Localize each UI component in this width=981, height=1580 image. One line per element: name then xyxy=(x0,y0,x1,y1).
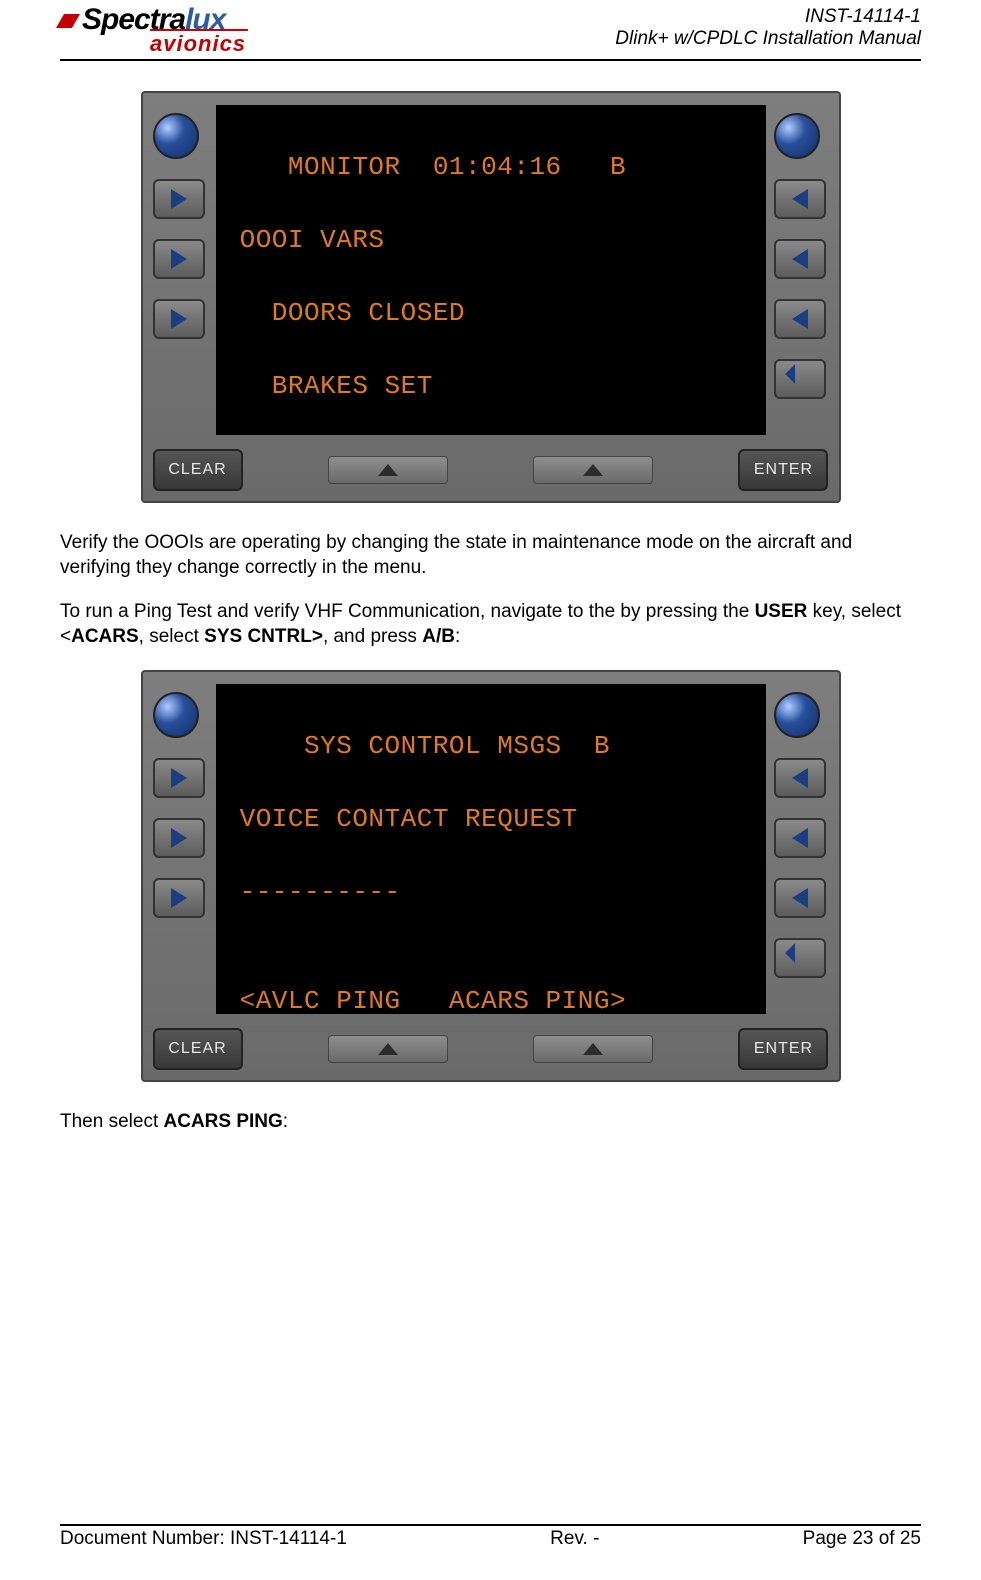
device-panel-1: MONITOR 01:04:16 B OOOI VARS DOORS CLOSE… xyxy=(141,91,841,503)
footer-center: Rev. - xyxy=(550,1528,599,1550)
clear-button[interactable]: CLEAR xyxy=(153,449,243,491)
left-softkeys xyxy=(153,105,208,435)
round-button-r1[interactable] xyxy=(774,692,820,738)
lsk-l3[interactable] xyxy=(153,239,205,279)
scroll-up-1[interactable] xyxy=(328,456,448,484)
doc-number: INST-14114-1 xyxy=(615,6,921,28)
lsk-l4[interactable] xyxy=(153,878,205,918)
lsk-l3[interactable] xyxy=(153,818,205,858)
device-panel-2: SYS CONTROL MSGS B VOICE CONTACT REQUEST… xyxy=(141,670,841,1082)
rsk-r2[interactable] xyxy=(774,758,826,798)
scroll-up-2[interactable] xyxy=(533,456,653,484)
rsk-r2[interactable] xyxy=(774,179,826,219)
rsk-r5[interactable] xyxy=(774,938,826,978)
round-button-l1[interactable] xyxy=(153,113,199,159)
scroll-up-2[interactable] xyxy=(533,1035,653,1063)
rsk-r3[interactable] xyxy=(774,818,826,858)
footer-left: Document Number: INST-14114-1 xyxy=(60,1528,347,1550)
doc-subtitle: Dlink+ w/CPDLC Installation Manual xyxy=(615,28,921,50)
lsk-l4[interactable] xyxy=(153,299,205,339)
rsk-r4[interactable] xyxy=(774,878,826,918)
logo-main: Spectralux xyxy=(60,6,248,33)
round-button-r1[interactable] xyxy=(774,113,820,159)
enter-button[interactable]: ENTER xyxy=(738,1028,828,1070)
enter-button[interactable]: ENTER xyxy=(738,449,828,491)
screen-line: OOOI VARS xyxy=(224,222,758,258)
rsk-r5[interactable] xyxy=(774,359,826,399)
rsk-r4[interactable] xyxy=(774,299,826,339)
clear-button[interactable]: CLEAR xyxy=(153,1028,243,1070)
left-softkeys xyxy=(153,684,208,1014)
paragraph-2: To run a Ping Test and verify VHF Commun… xyxy=(60,600,921,649)
round-button-l1[interactable] xyxy=(153,692,199,738)
right-softkeys xyxy=(774,105,829,435)
right-softkeys xyxy=(774,684,829,1014)
scroll-up-1[interactable] xyxy=(328,1035,448,1063)
screen-line: MONITOR 01:04:16 B xyxy=(224,149,758,185)
logo-wedge-icon xyxy=(56,14,80,28)
screen-line: BRAKES SET xyxy=(224,368,758,404)
page-footer: Document Number: INST-14114-1 Rev. - Pag… xyxy=(60,1524,921,1550)
page-header: Spectralux avionics INST-14114-1 Dlink+ … xyxy=(60,6,921,61)
lsk-l2[interactable] xyxy=(153,179,205,219)
logo: Spectralux avionics xyxy=(60,6,248,57)
screen-1: MONITOR 01:04:16 B OOOI VARS DOORS CLOSE… xyxy=(216,105,766,435)
screen-2: SYS CONTROL MSGS B VOICE CONTACT REQUEST… xyxy=(216,684,766,1014)
screen-line: VOICE CONTACT REQUEST xyxy=(224,801,758,837)
screen-line: SYS CONTROL MSGS B xyxy=(224,728,758,764)
screen-line: DOORS CLOSED xyxy=(224,295,758,331)
screen-line: <AVLC PING ACARS PING> xyxy=(224,983,758,1014)
rsk-r3[interactable] xyxy=(774,239,826,279)
footer-right: Page 23 of 25 xyxy=(803,1528,921,1550)
screen-line: ---------- xyxy=(224,874,758,910)
paragraph-1: Verify the OOOIs are operating by changi… xyxy=(60,531,921,580)
header-meta: INST-14114-1 Dlink+ w/CPDLC Installation… xyxy=(615,6,921,50)
lsk-l2[interactable] xyxy=(153,758,205,798)
paragraph-3: Then select ACARS PING: xyxy=(60,1110,921,1135)
